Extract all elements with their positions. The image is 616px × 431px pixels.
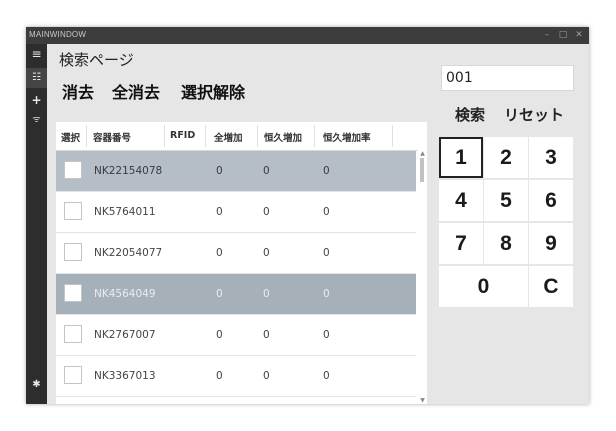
table-row[interactable]: NK3367013 0 0 0: [56, 356, 416, 397]
vertical-scrollbar[interactable]: ▲ ▼: [418, 150, 427, 404]
wifi-icon[interactable]: ᯤ: [26, 110, 47, 130]
key-8-button[interactable]: 8: [484, 223, 528, 264]
rate-value: 0: [323, 206, 330, 218]
header-container[interactable]: 容器番号: [93, 130, 131, 144]
table-row[interactable]: NK22054077 0 0 0: [56, 233, 416, 274]
rate-value: 0: [323, 165, 330, 177]
container-number: NK4564049: [94, 288, 156, 300]
header-select[interactable]: 選択: [61, 130, 80, 144]
container-number: NK22054077: [94, 247, 163, 259]
close-button[interactable]: ✕: [572, 29, 586, 41]
rate-value: 0: [323, 370, 330, 382]
results-table: 選択 容器番号 RFID 全増加 恒久増加 恒久増加率 NK22154078 0…: [56, 122, 427, 404]
rate-value: 0: [323, 329, 330, 341]
container-number: NK22154078: [94, 165, 163, 177]
scroll-up-icon[interactable]: ▲: [419, 150, 426, 157]
key-7-button[interactable]: 7: [439, 223, 483, 264]
row-checkbox[interactable]: [64, 161, 82, 179]
key-4-button[interactable]: 4: [439, 180, 483, 221]
column-divider: [392, 125, 393, 147]
row-checkbox[interactable]: [64, 202, 82, 220]
permanent-value: 0: [263, 206, 270, 218]
clear-button[interactable]: 消去: [59, 81, 97, 105]
column-divider: [314, 125, 315, 147]
key-9-button[interactable]: 9: [529, 223, 573, 264]
search-input[interactable]: 001: [441, 65, 574, 91]
header-permanent[interactable]: 恒久増加: [264, 130, 302, 144]
maximize-button[interactable]: □: [556, 29, 570, 41]
key-0-button[interactable]: 0: [439, 266, 528, 307]
rate-value: 0: [323, 288, 330, 300]
row-checkbox[interactable]: [64, 325, 82, 343]
sidebar: ≡ ☷ + ᯤ ✱: [26, 44, 47, 404]
reset-button[interactable]: リセット: [500, 103, 568, 127]
main-window: MAINWINDOW – □ ✕ ≡ ☷ + ᯤ ✱ 検索ページ 消去 全消去 …: [26, 27, 589, 404]
total-value: 0: [216, 165, 223, 177]
permanent-value: 0: [263, 370, 270, 382]
page-title: 検索ページ: [59, 51, 134, 69]
key-3-button[interactable]: 3: [529, 137, 573, 178]
search-button[interactable]: 検索: [451, 103, 489, 127]
total-value: 0: [216, 206, 223, 218]
table-row[interactable]: NK22154078 0 0 0: [56, 151, 416, 192]
container-number: NK3367013: [94, 370, 156, 382]
permanent-value: 0: [263, 288, 270, 300]
header-rfid[interactable]: RFID: [170, 130, 195, 141]
window-title: MAINWINDOW: [29, 30, 87, 39]
key-2-button[interactable]: 2: [484, 137, 528, 178]
total-value: 0: [216, 288, 223, 300]
container-number: NK2767007: [94, 329, 156, 341]
table-header: 選択 容器番号 RFID 全増加 恒久増加 恒久増加率: [56, 122, 427, 151]
row-checkbox[interactable]: [64, 284, 82, 302]
settings-icon[interactable]: ✱: [26, 375, 47, 395]
key-6-button[interactable]: 6: [529, 180, 573, 221]
minimize-button[interactable]: –: [540, 29, 554, 41]
key-1-button[interactable]: 1: [439, 137, 483, 178]
title-bar: MAINWINDOW – □ ✕: [26, 27, 589, 44]
header-total[interactable]: 全増加: [214, 130, 243, 144]
list-icon[interactable]: ☷: [26, 68, 47, 88]
table-row[interactable]: NK2767007 0 0 0: [56, 315, 416, 356]
column-divider: [164, 125, 165, 147]
rate-value: 0: [323, 247, 330, 259]
container-number: NK5764011: [94, 206, 156, 218]
column-divider: [86, 125, 87, 147]
scrollbar-thumb[interactable]: [420, 158, 424, 182]
permanent-value: 0: [263, 329, 270, 341]
scroll-down-icon[interactable]: ▼: [419, 397, 426, 404]
add-icon[interactable]: +: [26, 90, 47, 110]
total-value: 0: [216, 370, 223, 382]
total-value: 0: [216, 329, 223, 341]
permanent-value: 0: [263, 165, 270, 177]
row-checkbox[interactable]: [64, 243, 82, 261]
total-value: 0: [216, 247, 223, 259]
header-rate[interactable]: 恒久増加率: [323, 130, 371, 144]
key-clear-button[interactable]: C: [529, 266, 573, 307]
clear-all-button[interactable]: 全消去: [109, 81, 163, 105]
table-row[interactable]: NK5764011 0 0 0: [56, 192, 416, 233]
table-row[interactable]: NK4564049 0 0 0: [56, 274, 416, 315]
deselect-button[interactable]: 選択解除: [178, 81, 248, 105]
column-divider: [205, 125, 206, 147]
row-checkbox[interactable]: [64, 366, 82, 384]
column-divider: [257, 125, 258, 147]
menu-icon[interactable]: ≡: [26, 44, 47, 64]
key-5-button[interactable]: 5: [484, 180, 528, 221]
permanent-value: 0: [263, 247, 270, 259]
